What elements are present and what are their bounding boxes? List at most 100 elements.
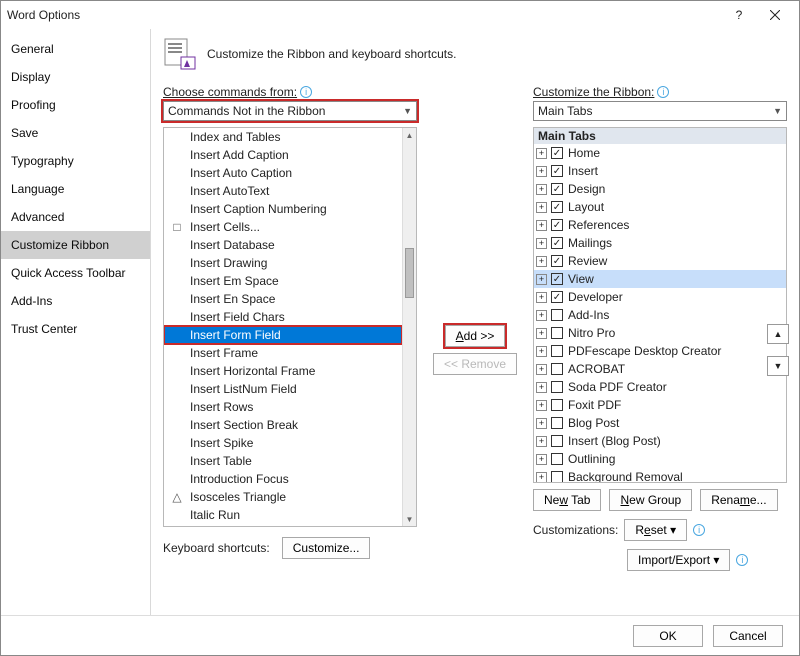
expander-icon[interactable]: + (536, 454, 547, 465)
expander-icon[interactable]: + (536, 202, 547, 213)
expander-icon[interactable]: + (536, 256, 547, 267)
scrollbar[interactable]: ▲ ▼ (402, 128, 416, 526)
expander-icon[interactable]: + (536, 364, 547, 375)
expander-icon[interactable]: + (536, 472, 547, 483)
sidebar-item-trust-center[interactable]: Trust Center (1, 315, 150, 343)
expander-icon[interactable]: + (536, 328, 547, 339)
list-item[interactable]: Insert Horizontal Frame (164, 362, 402, 380)
list-item[interactable]: ALabel (ActiveX Control) (164, 524, 402, 526)
close-button[interactable] (757, 3, 793, 27)
help-button[interactable]: ? (721, 3, 757, 27)
scroll-up-button[interactable]: ▲ (403, 128, 416, 142)
scroll-thumb[interactable] (405, 248, 414, 298)
list-item[interactable]: Insert Database (164, 236, 402, 254)
tree-item-soda-pdf-creator[interactable]: +Soda PDF Creator (534, 378, 786, 396)
tree-item-pdfescape-desktop-creator[interactable]: +PDFescape Desktop Creator (534, 342, 786, 360)
checkbox[interactable]: ✓ (551, 201, 563, 213)
reset-dropdown[interactable]: Reset ▾ (624, 519, 687, 541)
tabs-tree[interactable]: Main Tabs+✓Home+✓Insert+✓Design+✓Layout+… (533, 127, 787, 483)
cancel-button[interactable]: Cancel (713, 625, 783, 647)
checkbox[interactable] (551, 399, 563, 411)
checkbox[interactable] (551, 417, 563, 429)
scroll-down-button[interactable]: ▼ (403, 512, 416, 526)
sidebar-item-save[interactable]: Save (1, 119, 150, 147)
checkbox[interactable]: ✓ (551, 273, 563, 285)
list-item[interactable]: Insert Auto Caption (164, 164, 402, 182)
expander-icon[interactable]: + (536, 310, 547, 321)
list-item[interactable]: Insert Frame (164, 344, 402, 362)
expander-icon[interactable]: + (536, 148, 547, 159)
sidebar-item-language[interactable]: Language (1, 175, 150, 203)
tree-item-nitro-pro[interactable]: +Nitro Pro (534, 324, 786, 342)
customize-shortcuts-button[interactable]: Customize... (282, 537, 371, 559)
rename-button[interactable]: Rename... (700, 489, 777, 511)
list-item[interactable]: □Insert Cells... (164, 218, 402, 236)
list-item[interactable]: △Isosceles Triangle (164, 488, 402, 506)
tree-item-insert[interactable]: +✓Insert (534, 162, 786, 180)
sidebar-item-general[interactable]: General (1, 35, 150, 63)
expander-icon[interactable]: + (536, 436, 547, 447)
tree-item-acrobat[interactable]: +ACROBAT (534, 360, 786, 378)
list-item[interactable]: Insert Table (164, 452, 402, 470)
help-icon[interactable]: i (736, 554, 748, 566)
tree-item-insert-blog-post-[interactable]: +Insert (Blog Post) (534, 432, 786, 450)
tree-item-layout[interactable]: +✓Layout (534, 198, 786, 216)
new-group-button[interactable]: New Group (609, 489, 692, 511)
checkbox[interactable]: ✓ (551, 219, 563, 231)
expander-icon[interactable]: + (536, 292, 547, 303)
tree-item-add-ins[interactable]: +Add-Ins (534, 306, 786, 324)
list-item[interactable]: Insert Drawing (164, 254, 402, 272)
help-icon[interactable]: i (300, 86, 312, 98)
new-tab-button[interactable]: New Tab (533, 489, 601, 511)
tree-item-home[interactable]: +✓Home (534, 144, 786, 162)
checkbox[interactable] (551, 327, 563, 339)
expander-icon[interactable]: + (536, 382, 547, 393)
help-icon[interactable]: i (693, 524, 705, 536)
expander-icon[interactable]: + (536, 400, 547, 411)
checkbox[interactable] (551, 381, 563, 393)
list-item[interactable]: Introduction Focus (164, 470, 402, 488)
commands-listbox[interactable]: Index and TablesInsert Add CaptionInsert… (163, 127, 417, 527)
list-item[interactable]: Insert Add Caption (164, 146, 402, 164)
sidebar-item-quick-access-toolbar[interactable]: Quick Access Toolbar (1, 259, 150, 287)
sidebar-item-typography[interactable]: Typography (1, 147, 150, 175)
tree-item-view[interactable]: +✓View (534, 270, 786, 288)
checkbox[interactable]: ✓ (551, 291, 563, 303)
list-item[interactable]: Insert ListNum Field (164, 380, 402, 398)
choose-commands-dropdown[interactable]: Commands Not in the Ribbon ▼ (163, 101, 417, 121)
checkbox[interactable] (551, 309, 563, 321)
checkbox[interactable]: ✓ (551, 183, 563, 195)
checkbox[interactable] (551, 363, 563, 375)
move-up-button[interactable]: ▲ (767, 324, 789, 344)
tree-item-review[interactable]: +✓Review (534, 252, 786, 270)
expander-icon[interactable]: + (536, 184, 547, 195)
list-item[interactable]: Insert Em Space (164, 272, 402, 290)
list-item[interactable]: Insert Rows (164, 398, 402, 416)
list-item[interactable]: Index and Tables (164, 128, 402, 146)
help-icon[interactable]: i (657, 86, 669, 98)
customize-ribbon-dropdown[interactable]: Main Tabs ▼ (533, 101, 787, 121)
list-item[interactable]: Insert En Space (164, 290, 402, 308)
checkbox[interactable]: ✓ (551, 147, 563, 159)
checkbox[interactable] (551, 345, 563, 357)
expander-icon[interactable]: + (536, 166, 547, 177)
expander-icon[interactable]: + (536, 220, 547, 231)
checkbox[interactable] (551, 453, 563, 465)
list-item[interactable]: Italic Run (164, 506, 402, 524)
checkbox[interactable] (551, 471, 563, 482)
tree-item-background-removal[interactable]: +Background Removal (534, 468, 786, 482)
sidebar-item-advanced[interactable]: Advanced (1, 203, 150, 231)
tree-item-mailings[interactable]: +✓Mailings (534, 234, 786, 252)
list-item[interactable]: Insert Section Break (164, 416, 402, 434)
expander-icon[interactable]: + (536, 346, 547, 357)
tree-item-references[interactable]: +✓References (534, 216, 786, 234)
list-item[interactable]: Insert Spike (164, 434, 402, 452)
checkbox[interactable] (551, 435, 563, 447)
sidebar-item-customize-ribbon[interactable]: Customize Ribbon (1, 231, 150, 259)
list-item[interactable]: Insert Field Chars (164, 308, 402, 326)
checkbox[interactable]: ✓ (551, 237, 563, 249)
list-item[interactable]: Insert Caption Numbering (164, 200, 402, 218)
move-down-button[interactable]: ▼ (767, 356, 789, 376)
tree-item-outlining[interactable]: +Outlining (534, 450, 786, 468)
tree-item-design[interactable]: +✓Design (534, 180, 786, 198)
